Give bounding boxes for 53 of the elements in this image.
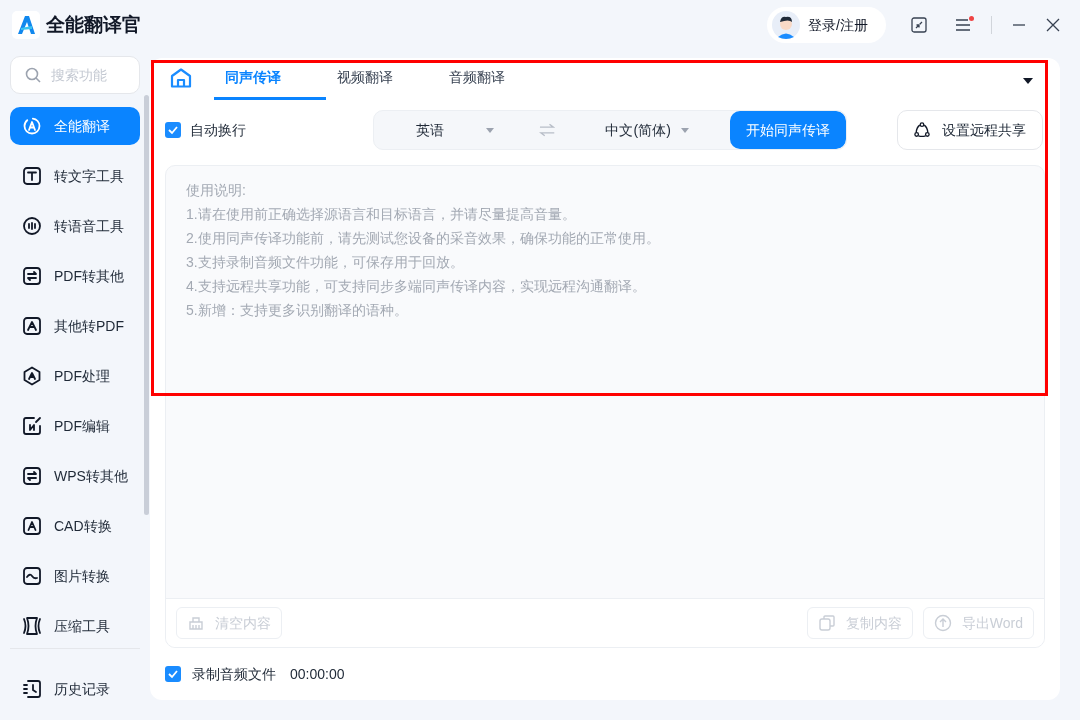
sidebar-item[interactable]: 转文字工具 xyxy=(10,157,140,195)
app-logo-icon xyxy=(12,11,40,39)
sidebar-item[interactable]: 其他转PDF xyxy=(10,307,140,345)
search-field[interactable]: 搜索功能 xyxy=(10,56,140,94)
sidebar-item[interactable]: CAD转换 xyxy=(10,507,140,545)
app-title: 全能翻译官 xyxy=(46,12,141,37)
copy-icon xyxy=(817,614,836,632)
close-icon[interactable] xyxy=(1046,18,1060,32)
tool-icon xyxy=(22,116,42,136)
instruction-text: 5.新增：支持更多识别翻译的语种。 xyxy=(186,301,409,320)
sidebar-item[interactable]: WPS转其他 xyxy=(10,457,140,495)
sidebar-item[interactable]: PDF转其他 xyxy=(10,257,140,295)
record-audio-checkbox[interactable]: 录制音频文件 xyxy=(165,663,276,685)
tab[interactable]: 音频翻译 xyxy=(438,67,550,100)
tool-icon xyxy=(22,516,42,536)
tool-icon xyxy=(22,216,42,236)
home-icon[interactable] xyxy=(170,68,192,88)
instruction-text: 1.请在使用前正确选择源语言和目标语言，并请尽量提高音量。 xyxy=(186,205,577,224)
compress-window-icon[interactable] xyxy=(911,17,927,33)
login-button[interactable]: 登录/注册 xyxy=(767,7,886,43)
tool-icon xyxy=(22,566,42,586)
avatar-icon xyxy=(772,11,801,39)
remote-share-button[interactable]: 设置远程共享 xyxy=(897,110,1043,150)
sidebar-item[interactable]: 图片转换 xyxy=(10,557,140,595)
clear-icon xyxy=(187,614,205,632)
tool-icon xyxy=(22,266,42,286)
instruction-text: 3.支持录制音频文件功能，可保存用于回放。 xyxy=(186,253,465,272)
menu-icon[interactable] xyxy=(955,18,971,32)
tool-icon xyxy=(22,466,42,486)
tool-icon xyxy=(22,416,42,436)
sidebar-item[interactable]: 转语音工具 xyxy=(10,207,140,245)
share-icon xyxy=(914,121,930,139)
instruction-text: 使用说明: xyxy=(186,181,247,200)
search-icon xyxy=(25,67,41,83)
recording-time: 00:00:00 xyxy=(290,664,345,684)
tool-icon xyxy=(22,366,42,386)
tab[interactable]: 同声传译 xyxy=(214,67,326,100)
sidebar-item[interactable]: 压缩工具 xyxy=(10,607,140,645)
tool-icon xyxy=(22,166,42,186)
tab[interactable]: 视频翻译 xyxy=(326,67,438,100)
instruction-text: 4.支持远程共享功能，可支持同步多端同声传译内容，实现远程沟通翻译。 xyxy=(186,277,647,296)
tool-icon xyxy=(22,316,42,336)
scrollbar-thumb[interactable] xyxy=(144,95,149,515)
sidebar-item[interactable]: 全能翻译 xyxy=(10,107,140,145)
history-icon xyxy=(22,679,42,699)
dropdown-caret-icon[interactable] xyxy=(1023,78,1033,84)
export-icon xyxy=(933,614,952,632)
tool-icon xyxy=(22,616,42,636)
sidebar-item[interactable]: 历史记录 xyxy=(10,670,140,708)
auto-wrap-checkbox[interactable]: 自动换行 xyxy=(165,119,246,141)
instruction-text: 2.使用同声传译功能前，请先测试您设备的采音效果，确保功能的正常使用。 xyxy=(186,229,661,248)
sidebar-item[interactable]: PDF处理 xyxy=(10,357,140,395)
sidebar-item[interactable]: PDF编辑 xyxy=(10,407,140,445)
